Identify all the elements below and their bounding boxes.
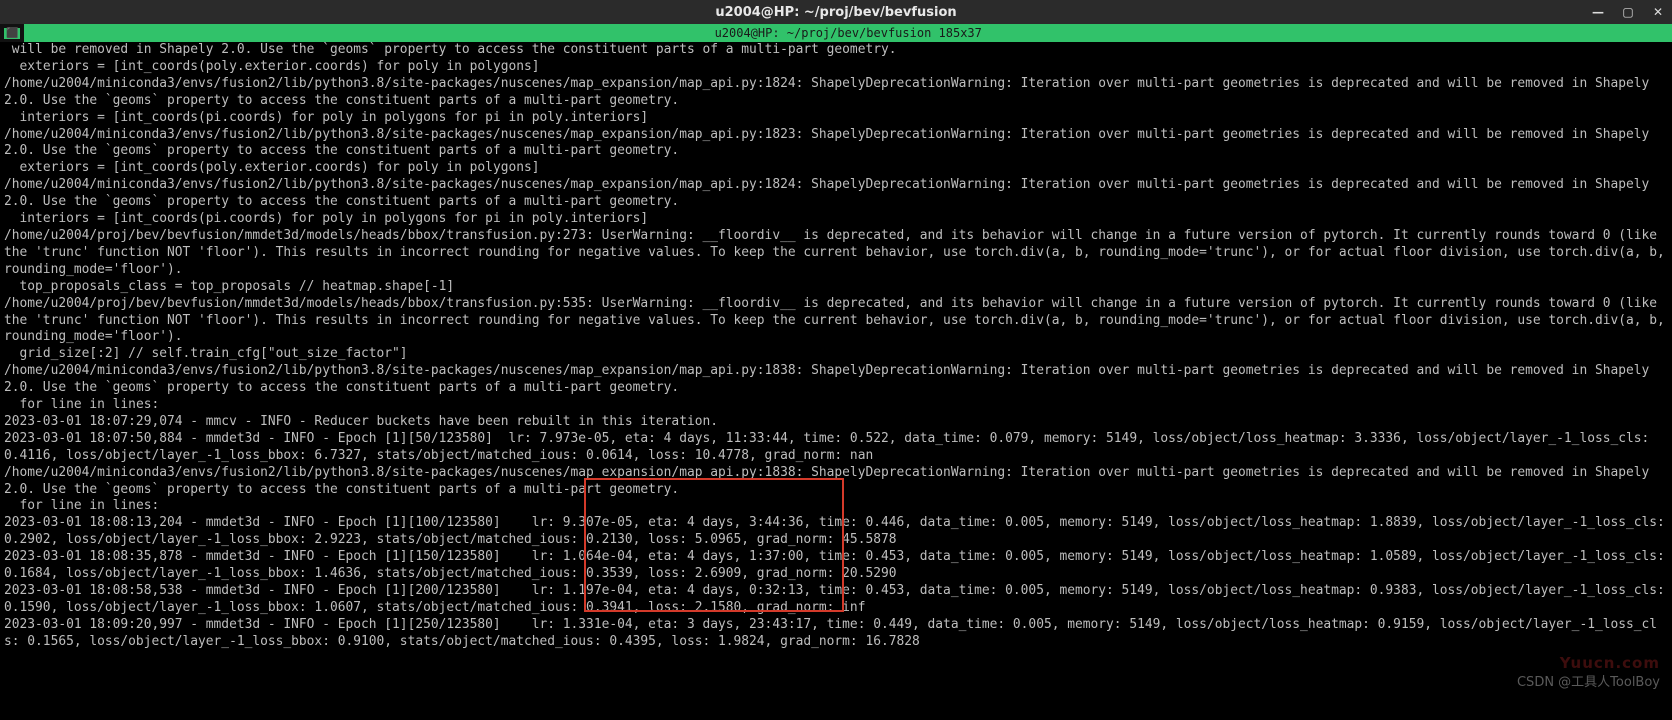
terminal-line: /home/u2004/miniconda3/envs/fusion2/lib/… <box>4 76 1668 110</box>
watermark-owner: CSDN @工具人ToolBoy <box>1517 675 1660 690</box>
terminal-line: 2023-03-01 18:07:29,074 - mmcv - INFO - … <box>4 414 1668 431</box>
terminal-line: will be removed in Shapely 2.0. Use the … <box>4 42 1668 59</box>
tmux-indicator-icon: ⬛ <box>4 28 20 39</box>
terminal-line: 2023-03-01 18:07:50,884 - mmdet3d - INFO… <box>4 431 1668 465</box>
terminal-line: /home/u2004/miniconda3/envs/fusion2/lib/… <box>4 177 1668 211</box>
window-controls: — ▢ ✕ <box>1590 5 1666 19</box>
terminal-line: /home/u2004/miniconda3/envs/fusion2/lib/… <box>4 127 1668 161</box>
window-titlebar: u2004@HP: ~/proj/bev/bevfusion — ▢ ✕ <box>0 0 1672 24</box>
terminal-line: exteriors = [int_coords(poly.exterior.co… <box>4 59 1668 76</box>
tmux-status-text: u2004@HP: ~/proj/bev/bevfusion 185x37 <box>24 24 1672 42</box>
terminal-line: 2023-03-01 18:08:13,204 - mmdet3d - INFO… <box>4 515 1668 549</box>
watermark-site: Yuucn.com <box>1560 654 1660 672</box>
terminal-line: interiors = [int_coords(pi.coords) for p… <box>4 211 1668 228</box>
terminal-line: 2023-03-01 18:08:35,878 - mmdet3d - INFO… <box>4 549 1668 583</box>
terminal-line: interiors = [int_coords(pi.coords) for p… <box>4 110 1668 127</box>
maximize-button[interactable]: ▢ <box>1620 5 1636 19</box>
terminal-line: top_proposals_class = top_proposals // h… <box>4 279 1668 296</box>
window-title: u2004@HP: ~/proj/bev/bevfusion <box>715 5 956 20</box>
terminal-line: /home/u2004/proj/bev/bevfusion/mmdet3d/m… <box>4 296 1668 347</box>
close-button[interactable]: ✕ <box>1650 5 1666 19</box>
terminal-line: /home/u2004/proj/bev/bevfusion/mmdet3d/m… <box>4 228 1668 279</box>
terminal-line: /home/u2004/miniconda3/envs/fusion2/lib/… <box>4 363 1668 397</box>
tmux-left-section: ⬛ <box>0 24 24 42</box>
terminal-line: for line in lines: <box>4 397 1668 414</box>
tmux-status-bar: ⬛ u2004@HP: ~/proj/bev/bevfusion 185x37 <box>0 24 1672 42</box>
terminal-line: for line in lines: <box>4 498 1668 515</box>
terminal-output[interactable]: will be removed in Shapely 2.0. Use the … <box>0 42 1672 720</box>
terminal-line: 2023-03-01 18:08:58,538 - mmdet3d - INFO… <box>4 583 1668 617</box>
terminal-line: 2023-03-01 18:09:20,997 - mmdet3d - INFO… <box>4 617 1668 651</box>
terminal-line: grid_size[:2] // self.train_cfg["out_siz… <box>4 346 1668 363</box>
terminal-line: exteriors = [int_coords(poly.exterior.co… <box>4 160 1668 177</box>
terminal-line: /home/u2004/miniconda3/envs/fusion2/lib/… <box>4 465 1668 499</box>
minimize-button[interactable]: — <box>1590 5 1606 19</box>
watermark: Yuucn.com CSDN @工具人ToolBoy <box>1517 671 1660 690</box>
